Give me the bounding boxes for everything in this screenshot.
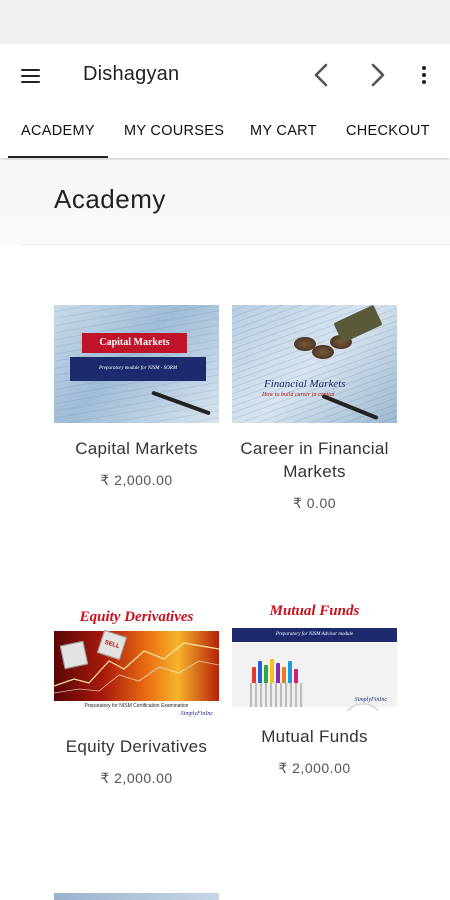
page-title: Academy: [54, 184, 166, 214]
chevron-left-icon[interactable]: [307, 60, 337, 90]
thumbnail-subtitle: Preparatory for NISM Advisor module: [232, 628, 397, 642]
course-title: Equity Derivatives: [65, 737, 208, 756]
course-card-capital-markets[interactable]: Capital Markets Preparatory module for N…: [54, 305, 219, 489]
tab-my-cart[interactable]: MY CART: [250, 106, 317, 158]
divider: [20, 244, 450, 245]
thumbnail-heading: Equity Derivatives: [79, 609, 194, 625]
course-thumbnail: Capital Markets Preparatory module for N…: [54, 305, 219, 423]
hamburger-icon[interactable]: [18, 64, 42, 84]
course-price: ₹ 0.00: [292, 495, 337, 511]
thumbnail-banner: Capital Markets: [82, 333, 187, 353]
course-price: ₹ 2,000.00: [100, 472, 173, 488]
thumbnail-heading: Mutual Funds: [269, 603, 360, 619]
thumbnail-subtitle: Preparatory module for NISM - SORM: [70, 357, 206, 381]
tab-checkout[interactable]: CHECKOUT: [346, 106, 430, 158]
chevron-right-icon[interactable]: [362, 60, 392, 90]
dice-image: [59, 640, 89, 670]
thumbnail-subtitle: Preparatory for NISM Certification Exami…: [54, 701, 219, 711]
course-title: Mutual Funds: [261, 727, 368, 746]
course-card-equity-derivatives[interactable]: Equity Derivatives SELL Preparatory for …: [54, 593, 219, 787]
tab-my-courses[interactable]: MY COURSES: [124, 106, 224, 158]
app-bar: Dishagyan: [0, 44, 450, 106]
course-card-mutual-funds[interactable]: Mutual Funds Preparatory for NISM Adviso…: [232, 593, 397, 777]
course-thumbnail: Financial Markets How to build career in…: [232, 305, 397, 423]
coin-image: [312, 345, 334, 359]
next-course-thumbnail-peek[interactable]: [54, 893, 219, 900]
thumbnail-logo: SimplyFinInc: [354, 697, 387, 703]
thumbnail-heading: Financial Markets: [264, 378, 346, 390]
course-price: ₹ 2,000.00: [278, 760, 351, 776]
tab-academy[interactable]: ACADEMY: [8, 106, 108, 158]
course-title: Capital Markets: [75, 439, 198, 458]
course-thumbnail: Mutual Funds Preparatory for NISM Adviso…: [232, 593, 397, 711]
thumbnail-logo: SimplyFinInc: [180, 711, 213, 717]
status-bar: [0, 0, 450, 44]
tab-bar: ACADEMY MY COURSES MY CART CHECKOUT: [0, 106, 450, 158]
course-title: Career in Financial Markets: [240, 439, 389, 481]
app-title: Dishagyan: [83, 63, 180, 85]
more-vertical-icon[interactable]: [414, 62, 434, 88]
course-price: ₹ 2,000.00: [100, 770, 173, 786]
course-thumbnail: Equity Derivatives SELL Preparatory for …: [54, 603, 219, 721]
course-card-career-financial-markets[interactable]: Financial Markets How to build career in…: [232, 305, 397, 512]
